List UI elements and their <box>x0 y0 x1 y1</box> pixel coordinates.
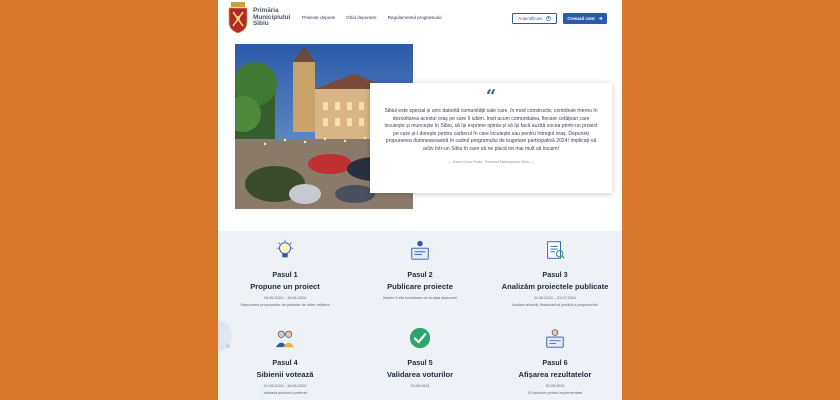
logo-line: Sibiu <box>253 20 269 28</box>
step-number: Pasul 3 <box>542 270 568 279</box>
nav-regulament[interactable]: Regulamentul programului <box>388 15 442 20</box>
step-date: 23.08.2024 <box>410 384 430 388</box>
step-4: Pasul 4 Sibienii votează 01.08.2024 – 16… <box>218 327 352 395</box>
step-date: 16.05.2024 – 16.06.2024 <box>263 296 307 300</box>
header: Primăria Municipiului Sibiu Proiecte dep… <box>218 0 622 36</box>
step-date: 11.06.2024 – 31.07.2024 <box>534 296 576 300</box>
step-description: Analiza tehnică, financiară și juridică … <box>512 303 598 307</box>
step-number: Pasul 2 <box>407 270 433 279</box>
step-number: Pasul 5 <box>407 358 433 367</box>
step-6: Pasul 6 Afișarea rezultatelor 30.08.2024… <box>488 327 622 395</box>
step-number: Pasul 6 <box>542 358 568 367</box>
nav-ghid-depunere[interactable]: Ghid depunere <box>346 15 376 20</box>
step-number: Pasul 4 <box>272 358 298 367</box>
page: Primăria Municipiului Sibiu Proiecte dep… <box>218 0 622 400</box>
lightbulb-icon <box>276 239 294 258</box>
check-circle-icon <box>409 327 431 349</box>
document-analysis-icon <box>547 241 565 259</box>
logo-text: Primăria Municipiului Sibiu <box>253 8 290 28</box>
logo[interactable]: Primăria Municipiului Sibiu <box>227 2 290 34</box>
step-description: Depunerea propunerilor de proiecte de că… <box>240 303 330 307</box>
nav-proiecte-depuse[interactable]: Proiecte depuse <box>302 15 335 20</box>
step-description: Maxim 5 zile lucrătoare de la data depun… <box>383 296 457 300</box>
step-1: Pasul 1 Propune un proiect 16.05.2024 – … <box>218 239 352 307</box>
step-title: Validarea voturilor <box>386 370 454 379</box>
create-account-button[interactable]: Creează cont <box>563 13 607 24</box>
step-title: Propune un proiect <box>250 282 320 291</box>
steps-section: Pasul 1 Propune un proiect 16.05.2024 – … <box>218 231 622 400</box>
quote-mark-icon: “ <box>485 86 497 107</box>
mayor-quote-card: “ Sibiul este special și unic datorită c… <box>370 83 612 193</box>
presenter-icon <box>411 240 429 260</box>
login-icon <box>545 16 551 21</box>
step-date: 01.08.2024 – 16.08.2024 <box>263 384 307 388</box>
quote-author: — Astrid Cora Fodor, Primarul Municipiul… <box>448 159 534 164</box>
arrow-right-icon <box>598 16 603 21</box>
voters-icon <box>275 330 295 348</box>
coat-of-arms-icon <box>228 2 248 34</box>
step-title: Sibienii votează <box>256 370 314 379</box>
step-date: 30.08.2024 <box>545 384 565 388</box>
step-description: 10 proiecte pentru implementare <box>527 391 583 395</box>
step-title: Publicare proiecte <box>387 282 453 291</box>
login-label: Autentificare <box>518 16 543 21</box>
step-3: Pasul 3 Analizăm proiectele publicate 11… <box>488 239 622 307</box>
step-title: Analizăm proiectele publicate <box>501 282 609 291</box>
quote-text: Sibiul este special și unic datorită com… <box>384 108 598 152</box>
main-nav: Proiecte depuse Ghid depunere Regulament… <box>302 15 442 20</box>
login-button[interactable]: Autentificare <box>512 13 557 24</box>
step-2: Pasul 2 Publicare proiecte Maxim 5 zile … <box>353 239 487 300</box>
results-icon <box>546 329 564 348</box>
step-number: Pasul 1 <box>272 270 298 279</box>
step-title: Afișarea rezultatelor <box>518 370 592 379</box>
step-description: Votează proiectul preferat <box>263 391 307 395</box>
create-account-label: Creează cont <box>567 16 595 21</box>
step-5: Pasul 5 Validarea voturilor 23.08.2024 <box>353 327 487 391</box>
